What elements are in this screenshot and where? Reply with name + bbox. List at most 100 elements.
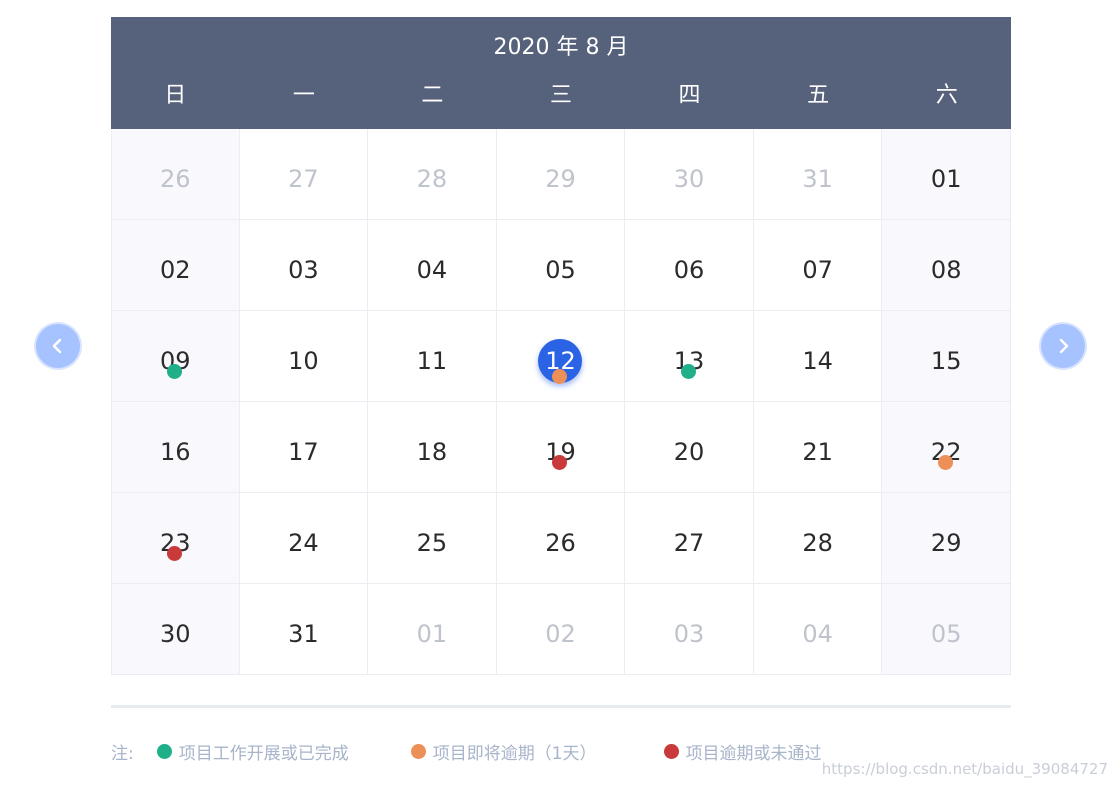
day-number: 17 xyxy=(288,438,319,466)
calendar: 2020 年 8 月 日 一 二 三 四 五 六 26 27 28 29 30 31 01 0… xyxy=(111,17,1011,675)
day-number: 30 xyxy=(160,620,191,648)
day-cell[interactable]: 05 xyxy=(882,584,1011,675)
weekday-wed: 三 xyxy=(549,83,572,108)
day-cell[interactable]: 07 xyxy=(753,220,883,311)
day-cell[interactable]: 30 xyxy=(625,129,754,220)
day-cell[interactable]: 16 xyxy=(111,402,240,493)
day-cell[interactable]: 01 xyxy=(882,129,1011,220)
weekday-thu: 四 xyxy=(678,83,701,108)
day-number: 14 xyxy=(802,347,833,375)
day-number: 01 xyxy=(930,165,962,193)
day-cell[interactable]: 26 xyxy=(496,493,626,584)
day-cell[interactable]: 01 xyxy=(368,584,497,675)
day-number: 21 xyxy=(802,438,833,466)
day-cell[interactable]: 04 xyxy=(753,584,883,675)
chevron-right-icon xyxy=(1059,338,1069,354)
day-number: 29 xyxy=(545,165,576,193)
status-dot-green xyxy=(156,743,172,759)
day-cell[interactable]: 31 xyxy=(239,584,369,675)
status-dot-red xyxy=(663,743,679,759)
weekday-fri: 五 xyxy=(807,83,830,108)
legend-item-overdue: 项目逾期或未通过 xyxy=(663,739,822,764)
status-dot-green xyxy=(167,364,183,379)
day-cell[interactable]: 02 xyxy=(496,584,626,675)
day-cell[interactable]: 14 xyxy=(753,311,883,402)
day-number: 04 xyxy=(802,620,833,648)
divider xyxy=(111,705,1011,708)
next-month-button[interactable] xyxy=(1041,324,1085,368)
prev-month-button[interactable] xyxy=(36,324,80,368)
day-cell[interactable]: 24 xyxy=(239,493,369,584)
day-cell[interactable]: 17 xyxy=(239,402,369,493)
day-cell[interactable]: 29 xyxy=(882,493,1011,584)
day-cell[interactable]: 31 xyxy=(753,129,883,220)
day-cell[interactable]: 22 xyxy=(882,402,1011,493)
day-number: 15 xyxy=(930,347,962,375)
status-dot-red xyxy=(167,546,183,561)
day-number: 28 xyxy=(416,165,448,193)
legend-item-completed: 项目工作开展或已完成 xyxy=(156,739,349,764)
weekday-row: 日 一 二 三 四 五 六 xyxy=(111,81,1011,111)
day-number: 02 xyxy=(160,256,191,284)
day-number: 05 xyxy=(930,620,962,648)
day-cell[interactable]: 19 xyxy=(496,402,626,493)
day-cell[interactable]: 25 xyxy=(368,493,497,584)
status-dot-orange xyxy=(938,455,954,470)
day-number: 10 xyxy=(288,347,319,375)
day-cell[interactable]: 23 xyxy=(111,493,240,584)
day-number: 31 xyxy=(288,620,319,648)
day-cell[interactable]: 26 xyxy=(111,129,240,220)
day-cell[interactable]: 03 xyxy=(625,584,754,675)
weekday-sun: 日 xyxy=(164,83,187,108)
day-cell[interactable]: 18 xyxy=(368,402,497,493)
day-number: 27 xyxy=(673,529,705,557)
day-number: 29 xyxy=(930,529,962,557)
day-cell-today[interactable]: 12 xyxy=(496,311,626,402)
day-number: 03 xyxy=(288,256,319,284)
day-cell[interactable]: 28 xyxy=(368,129,497,220)
day-number: 06 xyxy=(673,256,705,284)
weekday-sat: 六 xyxy=(935,83,958,108)
day-cell[interactable]: 21 xyxy=(753,402,883,493)
day-number: 31 xyxy=(802,165,833,193)
day-cell[interactable]: 20 xyxy=(625,402,754,493)
day-number: 01 xyxy=(416,620,448,648)
day-number: 30 xyxy=(673,165,705,193)
day-cell[interactable]: 09 xyxy=(111,311,240,402)
month-title: 2020 年 8 月 xyxy=(493,35,629,60)
day-cell[interactable]: 05 xyxy=(496,220,626,311)
day-number: 11 xyxy=(416,347,448,375)
day-number: 25 xyxy=(416,529,448,557)
day-cell[interactable]: 06 xyxy=(625,220,754,311)
day-cell[interactable]: 08 xyxy=(882,220,1011,311)
day-cell[interactable]: 03 xyxy=(239,220,369,311)
day-cell[interactable]: 29 xyxy=(496,129,626,220)
day-number: 04 xyxy=(416,256,448,284)
day-cell[interactable]: 02 xyxy=(111,220,240,311)
day-number: 07 xyxy=(802,256,833,284)
legend-label: 注: xyxy=(111,743,134,764)
day-cell[interactable]: 10 xyxy=(239,311,369,402)
status-dot-green xyxy=(681,364,697,379)
legend-item-due-soon: 项目即将逾期（1天） xyxy=(410,739,597,764)
legend-text-completed: 项目工作开展或已完成 xyxy=(178,743,349,764)
status-dot-red xyxy=(552,455,568,470)
legend: 注: 项目工作开展或已完成 项目即将逾期（1天） 项目逾期或未通过 xyxy=(111,738,822,764)
day-cell[interactable]: 27 xyxy=(239,129,369,220)
day-cell[interactable]: 13 xyxy=(625,311,754,402)
day-number: 28 xyxy=(802,529,833,557)
day-cell[interactable]: 11 xyxy=(368,311,497,402)
day-number: 26 xyxy=(545,529,576,557)
day-number: 26 xyxy=(160,165,191,193)
day-cell[interactable]: 04 xyxy=(368,220,497,311)
day-cell[interactable]: 27 xyxy=(625,493,754,584)
day-cell[interactable]: 30 xyxy=(111,584,240,675)
day-number: 24 xyxy=(288,529,319,557)
day-number: 27 xyxy=(288,165,319,193)
day-number: 03 xyxy=(673,620,705,648)
day-cell[interactable]: 28 xyxy=(753,493,883,584)
day-cell[interactable]: 15 xyxy=(882,311,1011,402)
legend-text-overdue: 项目逾期或未通过 xyxy=(685,743,822,764)
day-number: 08 xyxy=(930,256,962,284)
status-dot-orange xyxy=(410,743,426,759)
